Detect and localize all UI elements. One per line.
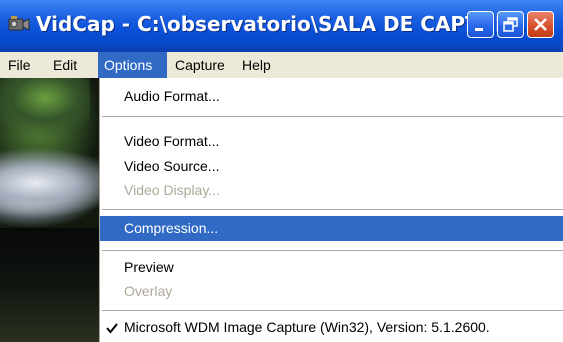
- menu-separator: [102, 116, 563, 117]
- menu-item-overlay: Overlay: [124, 283, 173, 299]
- menu-file[interactable]: File: [2, 52, 37, 78]
- video-frame-region: [0, 228, 100, 342]
- video-preview: [0, 78, 100, 342]
- minimize-icon: [475, 28, 483, 31]
- menu-item-capture-driver[interactable]: Microsoft WDM Image Capture (Win32), Ver…: [100, 315, 563, 340]
- checkmark-icon: [106, 323, 118, 334]
- restore-icon: [503, 17, 518, 32]
- restore-button[interactable]: [497, 11, 524, 38]
- menu-edit[interactable]: Edit: [47, 52, 83, 78]
- menu-help[interactable]: Help: [236, 52, 277, 78]
- menu-item-video-source[interactable]: Video Source...: [100, 154, 563, 179]
- video-frame-region: [0, 138, 100, 228]
- menu-item-preview[interactable]: Preview: [100, 255, 563, 280]
- options-menu: Audio Format... Video Format... Video So…: [99, 78, 563, 342]
- capture-driver-label: Microsoft WDM Image Capture (Win32), Ver…: [124, 319, 490, 335]
- menu-item-video-display: Video Display...: [124, 182, 220, 198]
- menu-separator: [102, 310, 563, 311]
- window-title: VidCap - C:\observatorio\SALA DE CAPTUR.…: [36, 12, 534, 36]
- menu-separator: [102, 209, 563, 210]
- minimize-button[interactable]: [467, 11, 494, 38]
- menu-bar: File Edit Options Capture Help: [0, 52, 563, 78]
- video-frame-region: [0, 78, 90, 138]
- vidcap-camera-icon[interactable]: [8, 13, 30, 35]
- menu-separator: [102, 250, 563, 251]
- menu-item-video-format[interactable]: Video Format...: [100, 129, 563, 154]
- menu-capture[interactable]: Capture: [169, 52, 231, 78]
- menu-item-audio-format[interactable]: Audio Format...: [100, 84, 563, 109]
- menu-options[interactable]: Options: [98, 52, 167, 78]
- title-bar[interactable]: VidCap - C:\observatorio\SALA DE CAPTUR.…: [0, 0, 563, 52]
- close-button[interactable]: [527, 11, 554, 38]
- menu-item-compression[interactable]: Compression...: [100, 216, 563, 241]
- close-icon: [534, 18, 547, 31]
